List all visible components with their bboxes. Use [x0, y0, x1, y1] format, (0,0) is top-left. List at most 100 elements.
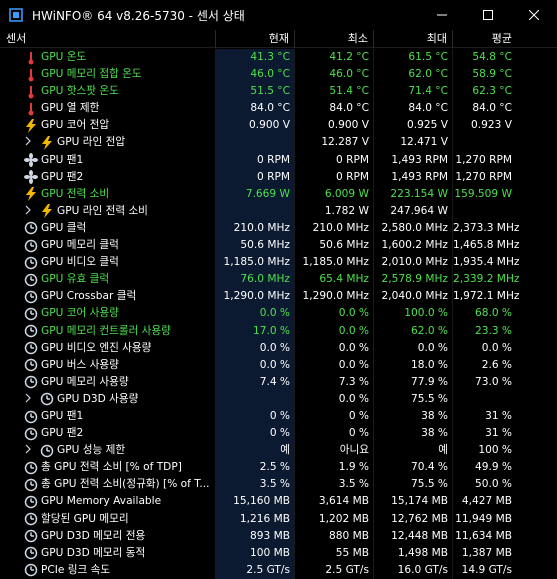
maximize-button[interactable] [465, 0, 511, 30]
table-row[interactable]: PCIe 링크 속도 2.5 GT/s 2.5 GT/s 16.0 GT/s 14.9 … [0, 561, 557, 579]
sensor-label: GPU Crossbar 클럭 [41, 290, 137, 303]
thermometer-icon [24, 51, 38, 65]
sensor-label: GPU 라인 전압 [57, 136, 126, 149]
window-title: HWiNFO® 64 v8.26-5730 - 센서 상태 [32, 8, 245, 23]
clock-icon [24, 478, 38, 492]
table-row[interactable]: GPU 팬1 0 % 0 % 38 % 31 % [0, 407, 557, 426]
max-value: 38 % [374, 425, 453, 443]
table-row[interactable]: GPU 코어 전압 0.900 V 0.900 V 0.925 V 0.923 V [0, 117, 557, 135]
table-row[interactable]: GPU 메모리 접합 온도 46.0 °C 46.0 °C 62.0 °C 58.9 °… [0, 66, 557, 84]
sensor-label: GPU 온도 [41, 51, 87, 63]
thermometer-icon [24, 68, 38, 82]
table-row[interactable]: GPU 비디오 클럭 1,185.0 MHz 1,185.0 MHz 2,010.0 … [0, 254, 557, 272]
table-row[interactable]: GPU 팬2 0 % 0 % 38 % 31 % [0, 425, 557, 443]
table-row[interactable]: 총 GPU 전력 소비 [% of TDP] 2.5 % 1.9 % 70.4 % 49… [0, 459, 557, 477]
min-value: 50.6 MHz [295, 237, 374, 255]
table-row[interactable]: GPU 열 제한 84.0 °C 84.0 °C 84.0 °C 84.0 °C [0, 100, 557, 118]
sensor-name-cell: GPU 성능 제한 [0, 442, 216, 460]
clock-icon [24, 563, 38, 577]
table-row[interactable]: GPU 메모리 컨트롤러 사용량 17.0 % 0.0 % 62.0 % 23.3 % [0, 322, 557, 340]
column-avg[interactable]: 평균 [453, 30, 536, 48]
min-value: 12.287 V [295, 134, 374, 152]
current-value [216, 390, 295, 408]
sensor-label: GPU 팬1 [41, 409, 84, 422]
table-row[interactable]: GPU 전력 소비 7.669 W 6.009 W 223.154 W 159.509 … [0, 185, 557, 203]
table-row[interactable]: GPU 라인 전압 12.287 V 12.471 V [0, 134, 557, 152]
table-row[interactable]: GPU 메모리 클럭 50.6 MHz 50.6 MHz 1,600.2 MHz 1,4… [0, 237, 557, 255]
current-value: 0 % [216, 407, 295, 426]
min-value: 65.4 MHz [295, 271, 374, 289]
clock-icon [24, 290, 38, 304]
clock-icon [24, 273, 38, 287]
min-value: 1.782 W [295, 202, 374, 220]
current-value: 1,290.0 MHz [216, 288, 295, 306]
expand-chevron-icon[interactable] [24, 203, 32, 220]
sensor-name-cell: GPU 코어 전압 [0, 117, 216, 135]
close-button[interactable] [511, 0, 557, 30]
expand-chevron-icon[interactable] [24, 391, 32, 408]
table-row[interactable]: 총 GPU 전력 소비(정규화) [% of T... 3.5 % 3.5 % 75.… [0, 476, 557, 494]
current-value: 2.5 GT/s [216, 561, 295, 579]
column-max[interactable]: 최대 [374, 30, 453, 48]
avg-value: 14.9 GT/s [461, 563, 512, 576]
current-value: 7.4 % [216, 373, 295, 391]
table-row[interactable]: GPU D3D 메모리 동적 100 MB 55 MB 1,498 MB 1,387 M… [0, 544, 557, 562]
current-value: 46.0 °C [216, 66, 295, 84]
table-row[interactable]: GPU 온도 41.3 °C 41.2 °C 61.5 °C 54.8 °C [0, 49, 557, 67]
avg-value: 62.3 °C [472, 85, 512, 98]
expand-chevron-icon[interactable] [24, 134, 32, 151]
current-value: 0 % [216, 425, 295, 443]
table-row[interactable]: GPU Crossbar 클럭 1,290.0 MHz 1,290.0 MHz 2,0… [0, 288, 557, 306]
max-value: 18.0 % [374, 356, 453, 374]
clock-icon [24, 495, 38, 509]
current-value: 76.0 MHz [216, 271, 295, 289]
table-row[interactable]: GPU 유효 클럭 76.0 MHz 65.4 MHz 2,578.9 MHz 2,33… [0, 271, 557, 289]
sensor-name-cell: GPU 팬1 [0, 407, 216, 426]
table-row[interactable]: GPU Memory Available 15,160 MB 3,614 MB 15,… [0, 493, 557, 511]
table-row[interactable]: GPU 핫스팟 온도 51.5 °C 51.4 °C 71.4 °C 62.3 °C [0, 83, 557, 101]
sensor-name-cell: GPU 팬2 [0, 425, 216, 443]
table-row[interactable]: GPU 비디오 엔진 사용량 0.0 % 0.0 % 0.0 % 0.0 % [0, 339, 557, 357]
table-row[interactable]: GPU 팬1 0 RPM 0 RPM 1,493 RPM 1,270 RPM [0, 151, 557, 169]
sensor-name-cell: GPU 라인 전력 소비 [0, 202, 216, 220]
minimize-button[interactable] [419, 0, 465, 30]
column-min[interactable]: 최소 [295, 30, 374, 48]
current-value: 50.6 MHz [216, 237, 295, 255]
table-row[interactable]: 할당된 GPU 메모리 1,216 MB 1,202 MB 12,762 MB 11,9… [0, 510, 557, 528]
sensor-name-cell: GPU 버스 사용량 [0, 356, 216, 374]
max-value: 16.0 GT/s [374, 561, 453, 579]
table-row[interactable]: GPU 클럭 210.0 MHz 210.0 MHz 2,580.0 MHz 2,373… [0, 219, 557, 238]
min-value: 7.3 % [295, 373, 374, 391]
sensor-name-cell: 총 GPU 전력 소비(정규화) [% of T... [0, 476, 216, 494]
clock-icon [24, 427, 38, 441]
max-value: 1,498 MB [374, 544, 453, 562]
table-row[interactable]: GPU 팬2 0 RPM 0 RPM 1,493 RPM 1,270 RPM [0, 168, 557, 186]
sensor-name-cell: PCIe 링크 속도 [0, 561, 216, 579]
current-value: 0.900 V [216, 117, 295, 135]
table-row[interactable]: GPU 라인 전력 소비 1.782 W 247.964 W [0, 202, 557, 220]
avg-value: 31 % [485, 427, 512, 440]
table-row[interactable]: GPU 메모리 사용량 7.4 % 7.3 % 77.9 % 73.0 % [0, 373, 557, 391]
clock-icon [24, 461, 38, 475]
table-row[interactable]: GPU D3D 메모리 전용 893 MB 880 MB 12,448 MB 11,63… [0, 527, 557, 545]
max-value: 2,580.0 MHz [374, 219, 453, 238]
sensor-label: GPU D3D 메모리 전용 [41, 529, 146, 542]
current-value: 210.0 MHz [216, 219, 295, 238]
clock-icon [24, 307, 38, 321]
sensor-name-cell: GPU 라인 전압 [0, 134, 216, 152]
column-current[interactable]: 현재 [216, 30, 295, 48]
table-row[interactable]: GPU 코어 사용량 0.0 % 0.0 % 100.0 % 68.0 % [0, 305, 557, 323]
table-row[interactable]: GPU 성능 제한 예 아니요 예 100 % [0, 442, 557, 460]
avg-value: 49.9 % [474, 461, 512, 474]
expand-chevron-icon[interactable] [24, 442, 32, 459]
table-row[interactable]: GPU D3D 사용량 0.0 % 75.5 % [0, 390, 557, 408]
avg-value: 0.0 % [481, 341, 512, 354]
current-value: 0.0 % [216, 339, 295, 357]
sensor-label: 총 GPU 전력 소비 [% of TDP] [41, 461, 182, 474]
avg-value: 11,949 MB [455, 512, 512, 525]
sensor-name-cell: GPU Memory Available [0, 493, 216, 511]
min-value: 51.4 °C [295, 83, 374, 101]
sensor-label: GPU 메모리 컨트롤러 사용량 [41, 324, 171, 337]
column-sensor[interactable]: 센서 [0, 30, 216, 48]
table-row[interactable]: GPU 버스 사용량 0.0 % 0.0 % 18.0 % 2.6 % [0, 356, 557, 374]
